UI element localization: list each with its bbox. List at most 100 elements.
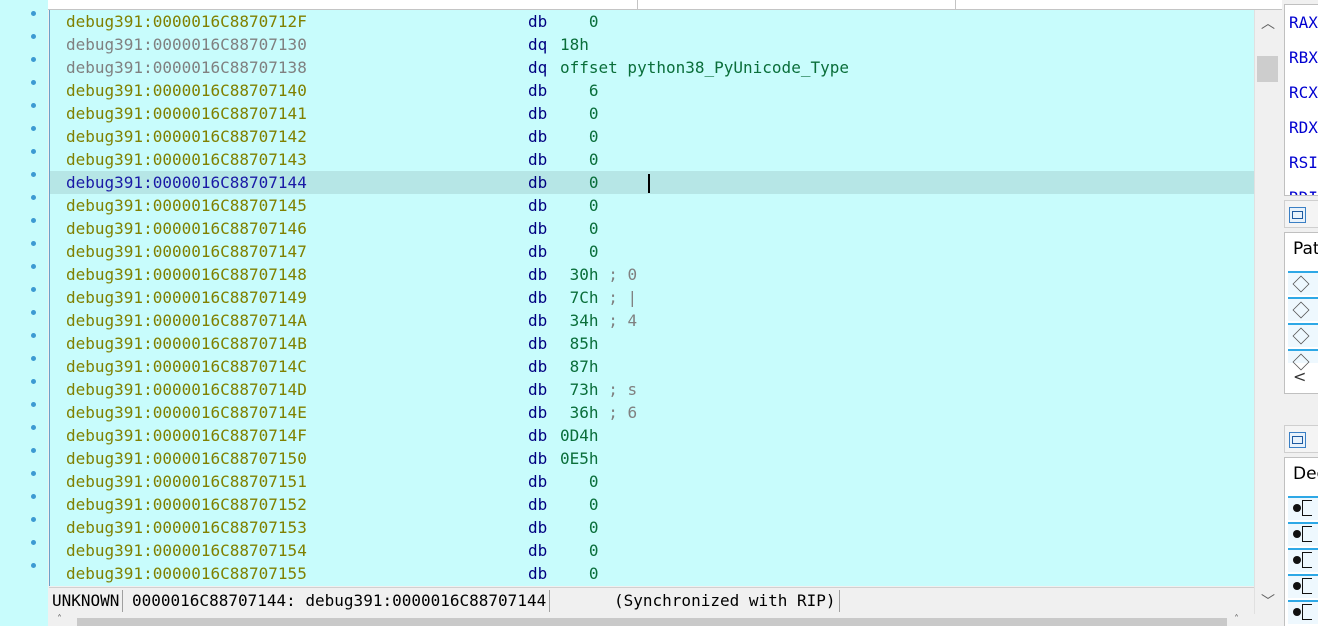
listing-row[interactable]: debug391:0000016C88707144 db 0 <box>50 171 1255 194</box>
row-address[interactable]: debug391:0000016C88707145 <box>66 194 307 217</box>
listing-row[interactable]: debug391:0000016C88707140 db 6 <box>50 79 1255 102</box>
row-operand-value[interactable]: 0 <box>589 564 599 583</box>
row-operand-value[interactable]: 7Ch <box>570 288 599 307</box>
listing-row[interactable]: debug391:0000016C88707150 db 0E5h <box>50 447 1255 470</box>
register-label[interactable]: RBX <box>1289 48 1318 67</box>
row-address[interactable]: debug391:0000016C88707140 <box>66 79 307 102</box>
listing-row[interactable]: debug391:0000016C88707151 db 0 <box>50 470 1255 493</box>
register-label[interactable]: RSI <box>1289 153 1318 172</box>
row-operand-value[interactable]: 0 <box>589 150 599 169</box>
row-operand-value[interactable]: 0 <box>589 541 599 560</box>
modules-panel-header[interactable] <box>1284 200 1318 228</box>
row-mnemonic[interactable]: db <box>528 424 547 447</box>
listing-row[interactable]: debug391:0000016C88707152 db 0 <box>50 493 1255 516</box>
thread-item[interactable] <box>1288 548 1318 572</box>
listing-gutter[interactable] <box>0 0 48 626</box>
listing-row[interactable]: debug391:0000016C88707145 db 0 <box>50 194 1255 217</box>
row-address[interactable]: debug391:0000016C88707148 <box>66 263 307 286</box>
breakpoint-marker[interactable] <box>31 540 36 545</box>
listing-row[interactable]: debug391:0000016C88707142 db 0 <box>50 125 1255 148</box>
row-address[interactable]: debug391:0000016C88707144 <box>66 171 307 194</box>
breakpoint-marker[interactable] <box>31 425 36 430</box>
row-address[interactable]: debug391:0000016C8870714F <box>66 424 307 447</box>
row-mnemonic[interactable]: db <box>528 171 547 194</box>
listing-row[interactable]: debug391:0000016C88707153 db 0 <box>50 516 1255 539</box>
row-operand-value[interactable]: 36h <box>570 403 599 422</box>
row-address[interactable]: debug391:0000016C88707130 <box>66 33 307 56</box>
row-mnemonic[interactable]: db <box>528 401 547 424</box>
row-mnemonic[interactable]: dq <box>528 56 547 79</box>
row-operand[interactable]: 0 <box>560 102 599 125</box>
row-mnemonic[interactable]: db <box>528 539 547 562</box>
row-mnemonic[interactable]: db <box>528 240 547 263</box>
modules-panel[interactable]: Pat < <box>1284 232 1318 394</box>
row-operand-value[interactable]: 0E5h <box>560 449 599 468</box>
row-address[interactable]: debug391:0000016C88707138 <box>66 56 307 79</box>
module-item[interactable] <box>1288 271 1318 295</box>
row-mnemonic[interactable]: db <box>528 378 547 401</box>
row-operand[interactable]: 0 <box>560 10 599 33</box>
row-address[interactable]: debug391:0000016C8870714D <box>66 378 307 401</box>
row-operand[interactable]: 0 <box>560 240 599 263</box>
breakpoint-marker[interactable] <box>31 126 36 131</box>
register-label[interactable]: RDI <box>1289 188 1318 195</box>
row-operand[interactable]: 0 <box>560 516 599 539</box>
listing-row[interactable]: debug391:0000016C88707148 db 30h ; 0 <box>50 263 1255 286</box>
vertical-scrollbar[interactable]: ︿ ﹀ <box>1254 10 1281 614</box>
row-operand-value[interactable]: 0 <box>589 104 599 123</box>
breakpoint-marker[interactable] <box>31 149 36 154</box>
row-operand[interactable]: 73h ; s <box>560 378 637 401</box>
listing-row[interactable]: debug391:0000016C8870714A db 34h ; 4 <box>50 309 1255 332</box>
row-address[interactable]: debug391:0000016C8870714C <box>66 355 307 378</box>
row-address[interactable]: debug391:0000016C88707151 <box>66 470 307 493</box>
row-address[interactable]: debug391:0000016C8870712F <box>66 10 307 33</box>
row-address[interactable]: debug391:0000016C88707153 <box>66 516 307 539</box>
row-operand[interactable]: 0 <box>560 562 599 585</box>
listing-row[interactable]: debug391:0000016C88707147 db 0 <box>50 240 1255 263</box>
row-mnemonic[interactable]: db <box>528 217 547 240</box>
row-operand-value[interactable]: 0 <box>589 242 599 261</box>
listing-row[interactable]: debug391:0000016C88707141 db 0 <box>50 102 1255 125</box>
breakpoint-marker[interactable] <box>31 34 36 39</box>
threads-panel[interactable]: Dec <box>1284 457 1318 626</box>
listing-row[interactable]: debug391:0000016C88707146 db 0 <box>50 217 1255 240</box>
breakpoint-marker[interactable] <box>31 310 36 315</box>
row-operand[interactable]: 0 <box>560 539 599 562</box>
register-label[interactable]: RAX <box>1289 13 1318 32</box>
row-mnemonic[interactable]: db <box>528 125 547 148</box>
row-operand-value[interactable]: 87h <box>570 357 599 376</box>
breakpoint-marker[interactable] <box>31 563 36 568</box>
row-address[interactable]: debug391:0000016C88707147 <box>66 240 307 263</box>
row-operand[interactable]: 0D4h <box>560 424 599 447</box>
listing-row[interactable]: debug391:0000016C88707130 dq 18h <box>50 33 1255 56</box>
breakpoint-marker[interactable] <box>31 333 36 338</box>
scroll-down-icon[interactable]: ﹀ <box>1260 594 1276 610</box>
breakpoint-marker[interactable] <box>31 356 36 361</box>
breakpoint-marker[interactable] <box>31 172 36 177</box>
row-mnemonic[interactable]: db <box>528 447 547 470</box>
listing-row[interactable]: debug391:0000016C8870714E db 36h ; 6 <box>50 401 1255 424</box>
row-mnemonic[interactable]: db <box>528 263 547 286</box>
listing-row[interactable]: debug391:0000016C88707138 dq offset python… <box>50 56 1255 79</box>
scrollbar-thumb[interactable] <box>1257 56 1278 82</box>
row-operand-value[interactable]: 0 <box>589 472 599 491</box>
row-address[interactable]: debug391:0000016C88707142 <box>66 125 307 148</box>
row-operand[interactable]: 0 <box>560 470 599 493</box>
register-label[interactable]: RCX <box>1289 83 1318 102</box>
row-mnemonic[interactable]: db <box>528 10 547 33</box>
row-operand-value[interactable]: 0 <box>589 196 599 215</box>
breakpoint-marker[interactable] <box>31 195 36 200</box>
scroll-left-icon[interactable]: ˄ <box>57 614 62 625</box>
row-address[interactable]: debug391:0000016C88707152 <box>66 493 307 516</box>
thread-item[interactable] <box>1288 574 1318 598</box>
threads-panel-header[interactable] <box>1284 425 1318 453</box>
scroll-up-icon[interactable]: ︿ <box>1260 16 1276 32</box>
row-mnemonic[interactable]: db <box>528 286 547 309</box>
breakpoint-marker[interactable] <box>31 517 36 522</box>
breakpoint-marker[interactable] <box>31 471 36 476</box>
row-mnemonic[interactable]: db <box>528 102 547 125</box>
listing-row[interactable]: debug391:0000016C88707154 db 0 <box>50 539 1255 562</box>
row-operand[interactable]: 0 <box>560 148 599 171</box>
row-operand-value[interactable]: 0 <box>589 127 599 146</box>
breakpoint-marker[interactable] <box>31 264 36 269</box>
